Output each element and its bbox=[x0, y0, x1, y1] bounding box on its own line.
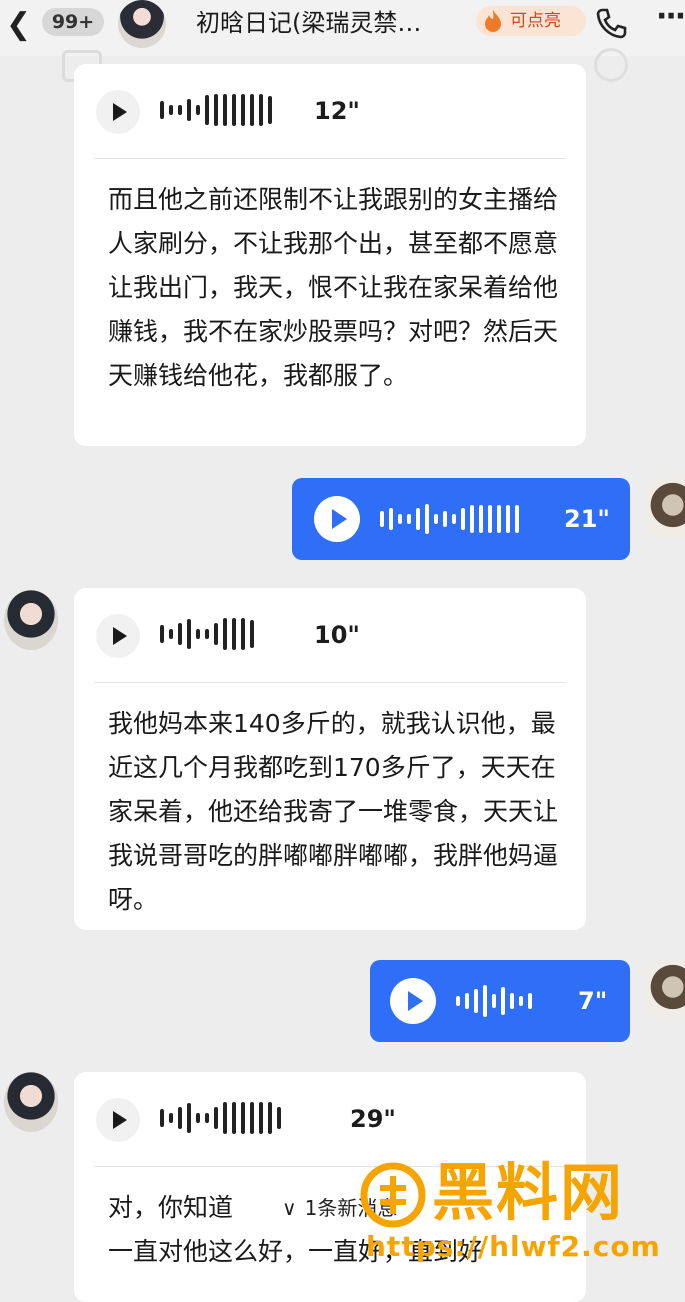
incoming-voice-message: 12" 而且他之前还限制不让我跟别的女主播给人家刷分，不让我那个出，甚至都不愿意… bbox=[74, 64, 586, 446]
watermark: 黑料网 https://hlwf2.com bbox=[360, 1158, 680, 1274]
voice-duration: 21" bbox=[564, 505, 610, 533]
contact-avatar[interactable] bbox=[118, 0, 166, 48]
play-icon[interactable] bbox=[96, 1098, 140, 1142]
contact-avatar[interactable] bbox=[4, 590, 58, 650]
light-up-label: 可点亮 bbox=[510, 11, 561, 31]
play-icon[interactable] bbox=[314, 496, 360, 542]
my-avatar[interactable] bbox=[644, 960, 685, 1020]
divider bbox=[94, 158, 566, 159]
waveform-icon bbox=[380, 499, 519, 539]
phone-icon[interactable] bbox=[594, 6, 628, 40]
divider bbox=[94, 682, 566, 683]
play-icon[interactable] bbox=[96, 90, 140, 134]
voice-duration: 10" bbox=[314, 621, 360, 649]
watermark-url: https://hlwf2.com bbox=[366, 1230, 661, 1263]
outgoing-voice-message[interactable]: 21" bbox=[292, 478, 630, 560]
contact-avatar[interactable] bbox=[4, 1072, 58, 1132]
watermark-brand: 黑料网 bbox=[432, 1156, 625, 1229]
voice-duration: 29" bbox=[350, 1105, 396, 1133]
watermark-logo-icon bbox=[360, 1162, 426, 1228]
incoming-voice-message: 10" 我他妈本来140多斤的，就我认识他，最近这几个月我都吃到170多斤了，天… bbox=[74, 588, 586, 930]
waveform-icon bbox=[160, 614, 254, 654]
chat-title[interactable]: 初晗日记(梁瑞灵禁… bbox=[196, 8, 421, 38]
search-icon bbox=[594, 48, 628, 82]
waveform-icon bbox=[160, 1098, 281, 1138]
play-icon[interactable] bbox=[96, 614, 140, 658]
play-icon[interactable] bbox=[390, 978, 436, 1024]
unread-badge[interactable]: 99+ bbox=[42, 8, 104, 36]
light-up-button[interactable]: 可点亮 bbox=[476, 6, 586, 36]
voice-duration: 12" bbox=[314, 97, 360, 125]
voice-transcript: 我他妈本来140多斤的，就我认识他，最近这几个月我都吃到170多斤了，天天在家呆… bbox=[108, 709, 559, 914]
flame-icon bbox=[485, 10, 501, 32]
voice-transcript: 而且他之前还限制不让我跟别的女主播给人家刷分，不让我那个出，甚至都不愿意让我出门… bbox=[108, 185, 559, 390]
more-icon[interactable]: ··· bbox=[656, 2, 685, 32]
waveform-icon bbox=[456, 981, 532, 1021]
voice-duration: 7" bbox=[578, 987, 608, 1015]
chevron-left-icon[interactable]: ❮ bbox=[6, 10, 32, 40]
outgoing-voice-message[interactable]: 7" bbox=[370, 960, 630, 1042]
my-avatar[interactable] bbox=[644, 478, 685, 538]
chevron-down-icon: ∨ bbox=[282, 1196, 297, 1220]
waveform-icon bbox=[160, 90, 272, 130]
chat-header: ❮ 99+ 初晗日记(梁瑞灵禁… 可点亮 ··· bbox=[0, 0, 685, 56]
